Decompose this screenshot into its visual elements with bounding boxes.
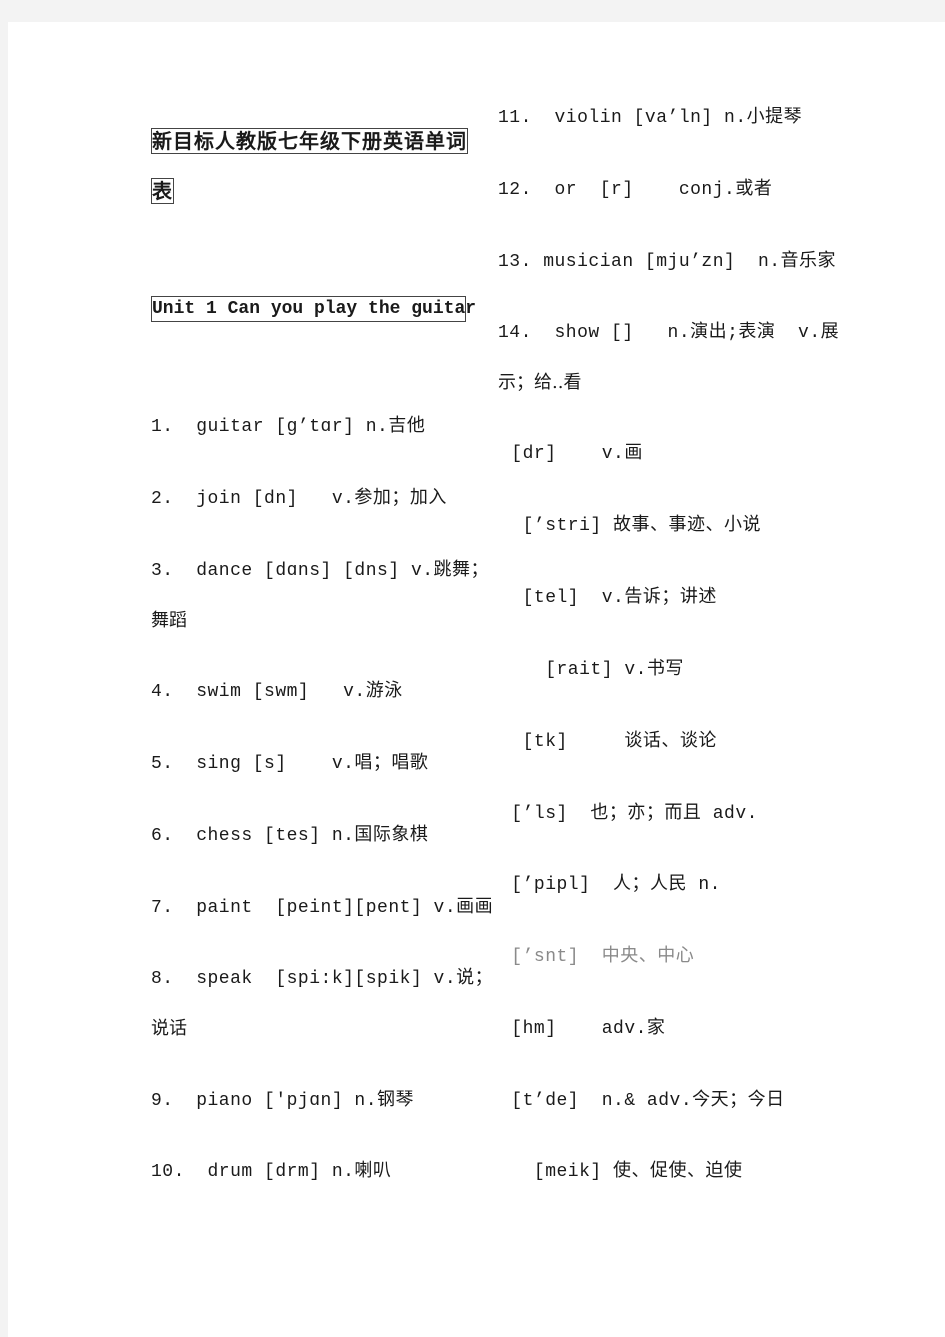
vocab-item: 5. sing [s] v.唱；唱歌	[151, 754, 429, 774]
vocab-item-continuation: 示；给..看	[498, 372, 582, 393]
vocab-item: [’pipl] 人；人民 n.	[500, 875, 721, 895]
vocab-item: 2. join [dn] v.参加；加入	[151, 489, 447, 509]
vocab-item: [tk] 谈话、谈论	[500, 732, 717, 752]
vocab-item: 14. show [] n.演出;表演 v.展	[498, 323, 840, 343]
vocab-item: 6. chess [tes] n.国际象棋	[151, 826, 429, 846]
vocab-item: [tel] v.告诉；讲述	[500, 588, 717, 608]
vocab-item: 8. speak [spi:k][spik] v.说；	[151, 969, 494, 989]
vocab-item: 7. paint [peint][pent] v.画画	[151, 898, 494, 918]
vocab-item: 10. drum [drm] n.喇叭	[151, 1162, 392, 1182]
vocab-item: 3. dance [dɑns] [dns] v.跳舞；	[151, 561, 490, 581]
vocab-item: [t’de] n.& adv.今天；今日	[500, 1091, 785, 1111]
vocab-item: 4. swim [swm] v.游泳	[151, 682, 403, 702]
vocab-item: [rait] v.书写	[500, 660, 684, 680]
vocab-item: [hm] adv.家	[500, 1019, 666, 1039]
vocab-item: 11. violin [va’ln] n.小提琴	[498, 108, 803, 128]
vocab-item: 13. musician [mju’zn] n.音乐家	[498, 252, 837, 272]
vocab-item: [’ls] 也；亦；而且 adv.	[500, 804, 758, 824]
document-title-line-2: 表	[151, 178, 174, 204]
vocab-item: 9. piano ['pjɑn] n.钢琴	[151, 1091, 415, 1111]
vocab-item-continuation: 舞蹈	[151, 610, 187, 631]
vocab-item-muted: [’snt] 中央、中心	[500, 947, 695, 967]
vocab-item-continuation: 说话	[151, 1018, 187, 1039]
document-title-line-1: 新目标人教版七年级下册英语单词	[151, 128, 468, 154]
vocab-item: 12. or [r] conj.或者	[498, 180, 773, 200]
document-page: 新目标人教版七年级下册英语单词 表 Unit 1 Can you play th…	[8, 22, 945, 1337]
unit-heading: Unit 1 Can you play the guitar	[151, 296, 476, 322]
vocab-item: [dr] v.画	[500, 444, 643, 464]
vocab-item: 1. guitar [g’tɑr] n.吉他	[151, 417, 426, 437]
vocab-item: [’stri] 故事、事迹、小说	[500, 516, 762, 536]
vocab-item: [meik] 使、促使、迫使	[500, 1162, 743, 1182]
